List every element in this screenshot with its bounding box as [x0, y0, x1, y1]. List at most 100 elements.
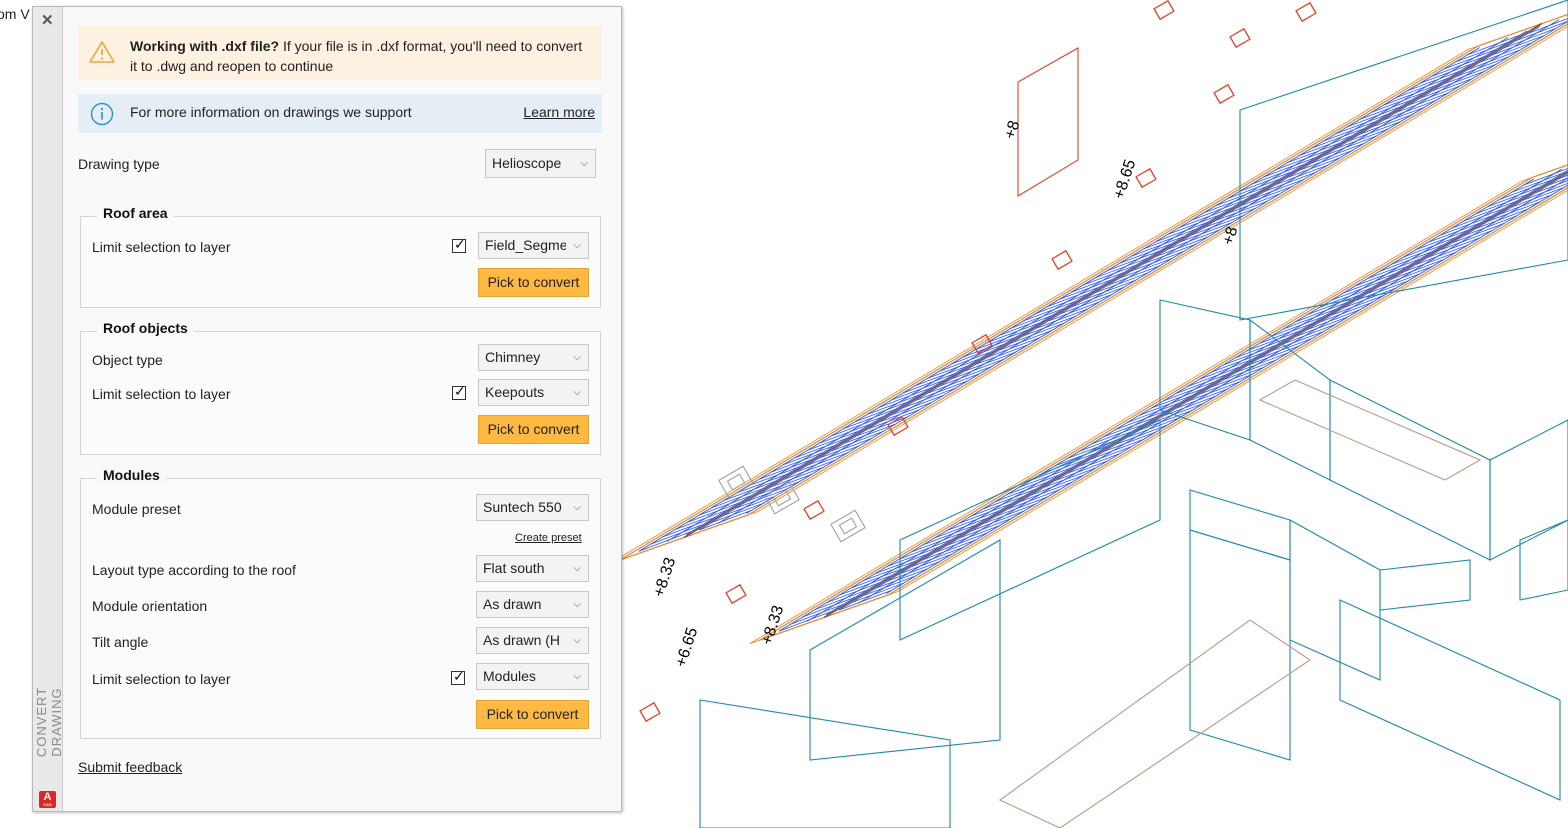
chevron-down-icon: ⌵ [573, 635, 581, 646]
chevron-down-icon: ⌵ [573, 352, 581, 363]
module-orientation-value: As drawn [483, 596, 542, 612]
roof-outline-pale [998, 619, 1311, 828]
layout-type-select[interactable]: Flat south ⌵ [476, 555, 589, 582]
chimney-marker [830, 509, 866, 543]
roof-area-group: Roof area Limit selection to layer ✓ Fie… [80, 205, 601, 308]
dxf-warning-banner: Working with .dxf file? If your file is … [78, 26, 602, 80]
warning-bold: Working with .dxf file? [130, 38, 280, 54]
layout-type-value: Flat south [483, 560, 545, 576]
submit-feedback-link[interactable]: Submit feedback [78, 759, 182, 775]
chimney-marker [838, 517, 858, 535]
roof-area-limit-label: Limit selection to layer [92, 239, 231, 255]
roof-area-pick-button[interactable]: Pick to convert [478, 268, 589, 297]
roof-objects-layer-select[interactable]: Keepouts ⌵ [478, 379, 589, 406]
info-text: For more information on drawings we supp… [130, 104, 412, 120]
building-box [1339, 599, 1561, 801]
keepout-marker [1213, 83, 1235, 105]
module-preset-label: Module preset [92, 501, 181, 517]
building-box [1379, 559, 1471, 611]
keepout-marker [971, 333, 993, 355]
chevron-down-icon: ⌵ [573, 563, 581, 574]
elevation-label: +6.65 [673, 625, 702, 669]
drawing-type-value: Helioscope [492, 155, 562, 171]
building-box [1189, 489, 1291, 561]
module-row-line [698, 26, 1541, 531]
checkbox-checked-icon: ✓ [454, 383, 466, 399]
elevation-label: +8 [1002, 119, 1024, 142]
roof-strip [609, 13, 1568, 644]
object-type-value: Chimney [485, 349, 541, 365]
keepout-marker [1153, 0, 1175, 21]
modules-layer-value: Modules [483, 668, 536, 684]
elevation-label: +8.65 [1111, 157, 1140, 201]
keepout-marker [1135, 167, 1157, 189]
chevron-down-icon: ⌵ [573, 671, 581, 682]
modules-limit-label: Limit selection to layer [92, 671, 231, 687]
modules-limit-checkbox[interactable]: ✓ [451, 668, 465, 685]
keepout-marker [1295, 1, 1317, 23]
keepout-marker [1229, 27, 1251, 49]
modules-title: Modules [97, 467, 166, 483]
module-preset-select[interactable]: Suntech 550 ⌵ [476, 494, 589, 521]
keepout-marker [1051, 249, 1073, 271]
roof-area-title: Roof area [97, 205, 174, 221]
module-row-line [685, 30, 1528, 535]
chevron-down-icon: ⌵ [573, 387, 581, 398]
building-box [1189, 529, 1291, 761]
chevron-down-icon: ⌵ [580, 158, 588, 169]
roof-outline [759, 164, 1568, 641]
building-box [699, 699, 951, 828]
panel-title-strip[interactable]: ✕ CONVERT DRAWING A CAD [33, 7, 64, 811]
roof-outline [619, 13, 1568, 561]
elevation-label: +8.33 [651, 555, 680, 599]
roof-outline [749, 164, 1568, 644]
autocad-icon-sub: CAD [43, 802, 52, 807]
roof-area-layer-value: Field_Segments [485, 237, 566, 253]
panel-vertical-title: CONVERT DRAWING [34, 686, 64, 758]
roof-area-layer-select[interactable]: Field_Segments ⌵ [478, 232, 589, 259]
chevron-down-icon: ⌵ [573, 240, 581, 251]
building-box [1489, 419, 1568, 561]
building-wireframes [699, 0, 1568, 828]
info-icon [90, 102, 114, 126]
roof-objects-group: Roof objects Object type Chimney ⌵ Limit … [80, 320, 601, 455]
object-type-select[interactable]: Chimney ⌵ [478, 344, 589, 371]
building-box [1329, 379, 1491, 561]
roof-area-limit-checkbox[interactable]: ✓ [452, 236, 466, 253]
roof-objects-pick-button[interactable]: Pick to convert [478, 415, 589, 444]
modules-pick-button[interactable]: Pick to convert [476, 700, 589, 729]
drawing-type-select[interactable]: Helioscope ⌵ [485, 149, 596, 178]
building-box [809, 539, 1001, 761]
checkbox-checked-icon: ✓ [454, 236, 466, 252]
viewport-title: om V [0, 6, 30, 22]
tilt-angle-label: Tilt angle [92, 634, 149, 650]
info-banner: For more information on drawings we supp… [78, 94, 602, 133]
roof-objects-title: Roof objects [97, 320, 194, 336]
checkbox-checked-icon: ✓ [453, 668, 465, 684]
roof-outline-pale [1258, 379, 1482, 481]
keepout-marker [639, 701, 661, 723]
tilt-angle-value: As drawn (H [483, 632, 561, 648]
roof-objects-layer-value: Keepouts [485, 384, 545, 400]
object-type-label: Object type [92, 352, 163, 368]
create-preset-link[interactable]: Create preset [515, 532, 582, 544]
keepout-marker [725, 583, 747, 605]
convert-drawing-panel: ✕ CONVERT DRAWING A CAD Working with .dx… [32, 6, 622, 812]
module-orientation-select[interactable]: As drawn ⌵ [476, 591, 589, 618]
module-preset-value: Suntech 550 [483, 499, 562, 515]
autocad-icon: A CAD [39, 791, 56, 808]
keepout-frame [1017, 47, 1079, 197]
drawing-type-label: Drawing type [78, 156, 160, 172]
warning-icon [89, 41, 115, 63]
close-icon[interactable]: ✕ [41, 11, 54, 29]
keepout-marker [803, 499, 825, 521]
tilt-angle-select[interactable]: As drawn (H ⌵ [476, 627, 589, 654]
layout-type-label: Layout type according to the roof [92, 562, 296, 578]
warning-text: Working with .dxf file? If your file is … [130, 36, 592, 76]
learn-more-link[interactable]: Learn more [523, 104, 595, 120]
roof-objects-limit-checkbox[interactable]: ✓ [452, 383, 466, 400]
chevron-down-icon: ⌵ [573, 502, 581, 513]
chevron-down-icon: ⌵ [573, 599, 581, 610]
modules-layer-select[interactable]: Modules ⌵ [476, 663, 589, 690]
elevation-label: +8.33 [759, 603, 788, 647]
